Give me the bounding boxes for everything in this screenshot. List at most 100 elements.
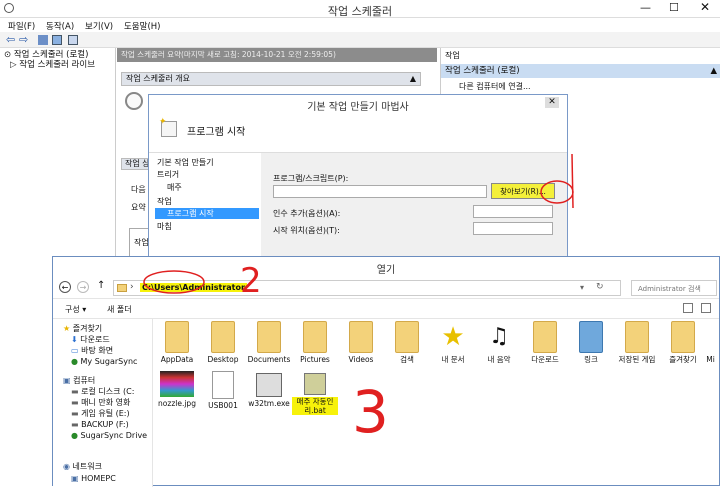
properties-icon[interactable] xyxy=(52,35,62,45)
favorites-folder-icon xyxy=(671,321,695,353)
tree-item-root[interactable]: ⊙ 작업 스케줄러 (로컬) xyxy=(4,50,88,60)
console-tree: ⊙ 작업 스케줄러 (로컬) ▷ 작업 스케줄러 라이브 xyxy=(0,48,116,258)
file-item-videos[interactable]: Videos xyxy=(338,321,384,364)
games-folder-icon xyxy=(625,321,649,353)
forward-icon[interactable]: ⇨ xyxy=(19,33,28,46)
nav-my-sugarsync[interactable]: ● My SugarSync xyxy=(71,356,137,368)
refresh-icon[interactable]: ↻ xyxy=(596,282,604,292)
window-title: 작업 스케줄러 xyxy=(327,5,393,18)
step-finish: 마침 xyxy=(157,222,172,231)
forward-button[interactable]: → xyxy=(77,281,89,293)
nav-drive-e[interactable]: ▬ 게임 유틸 (E:) xyxy=(71,408,130,420)
menu-view[interactable]: 보기(V) xyxy=(85,22,113,32)
file-item-downloads[interactable]: 다운로드 xyxy=(522,321,568,364)
folder-icon xyxy=(257,321,281,353)
back-button[interactable]: ← xyxy=(59,281,71,293)
start-in-label: 시작 위치(옵션)(T): xyxy=(273,226,340,235)
menu-action[interactable]: 동작(A) xyxy=(46,22,74,32)
navigation-pane: ★ 즐겨찾기 ⬇ 다운로드 ▭ 바탕 화면 ● My SugarSync ▣ 컴… xyxy=(53,319,153,487)
actions-header: 작업 xyxy=(445,51,460,60)
file-item-links[interactable]: 링크 xyxy=(568,321,614,364)
file-item-my-documents[interactable]: ★ 내 문서 xyxy=(430,321,476,364)
file-item-favorites[interactable]: 즐겨찾기 xyxy=(660,321,706,364)
nav-drive-c[interactable]: ▬ 로컬 디스크 (C: xyxy=(71,386,134,398)
folder-icon xyxy=(117,284,127,292)
step-create: 기본 작업 만들기 xyxy=(157,158,214,167)
menu-help[interactable]: 도움말(H) xyxy=(124,22,160,32)
annotation-mark-2: 2 xyxy=(143,262,262,301)
file-item-search[interactable]: 검색 xyxy=(384,321,430,364)
up-button[interactable]: ↑ xyxy=(97,280,105,291)
file-item-pictures[interactable]: Pictures xyxy=(292,321,338,364)
nav-downloads[interactable]: ⬇ 다운로드 xyxy=(71,334,110,346)
file-icon xyxy=(212,371,234,399)
summary-header: 작업 스케줄러 요약(마지막 새로 고침: 2014-10-21 오전 2:59… xyxy=(117,48,437,62)
nav-computer[interactable]: ▣ 컴퓨터 xyxy=(63,375,95,387)
search-box[interactable]: Administrator 검색 xyxy=(631,280,717,296)
exe-icon xyxy=(256,373,282,397)
nav-drive-d[interactable]: ▬ 매니 만화 영화 xyxy=(71,397,130,409)
nav-favorites[interactable]: ★ 즐겨찾기 xyxy=(63,323,102,335)
file-list: AppData Desktop Documents Pictures Video… xyxy=(154,319,719,487)
overview-section-header[interactable]: 작업 스케줄러 개요 ▲ xyxy=(121,72,421,86)
wizard-title: 기본 작업 만들기 마법사 xyxy=(307,102,409,113)
organize-button[interactable]: 구성 ▾ xyxy=(65,304,86,315)
nav-drive-f[interactable]: ▬ BACKUP (F:) xyxy=(71,419,129,431)
wizard-close-button[interactable]: ✕ xyxy=(545,97,559,108)
title-bar: 작업 스케줄러 — ☐ ✕ xyxy=(0,0,720,18)
file-item-documents[interactable]: Documents xyxy=(246,321,292,364)
folder-icon xyxy=(303,321,327,353)
menu-file[interactable]: 파일(F) xyxy=(8,22,35,32)
program-path-input[interactable] xyxy=(273,185,487,198)
tree-item-library[interactable]: ▷ 작업 스케줄러 라이브 xyxy=(10,60,95,70)
search-placeholder: Administrator 검색 xyxy=(638,285,701,293)
links-icon xyxy=(579,321,603,353)
download-folder-icon xyxy=(533,321,557,353)
wizard-heading: 프로그램 시작 xyxy=(187,127,246,138)
console-tree-icon[interactable] xyxy=(38,35,48,45)
folder-icon xyxy=(349,321,373,353)
nav-sugarsync-drive[interactable]: ● SugarSync Drive xyxy=(71,430,147,442)
preview-pane-icon[interactable] xyxy=(701,303,711,313)
program-label: 프로그램/스크립트(P): xyxy=(273,174,349,183)
minimize-button[interactable]: — xyxy=(640,1,651,14)
file-item-saved-games[interactable]: 저장된 게임 xyxy=(614,321,660,364)
start-in-input[interactable] xyxy=(473,222,553,235)
help-icon[interactable] xyxy=(68,35,78,45)
file-item-nozzle[interactable]: nozzle.jpg xyxy=(154,371,200,408)
connect-computer-action[interactable]: 다른 컴퓨터에 연결... xyxy=(459,81,531,92)
wizard-steps: 기본 작업 만들기 트리거 매주 작업 프로그램 시작 마침 xyxy=(149,153,261,257)
step-action: 작업 xyxy=(157,197,172,206)
nav-network[interactable]: ◉ 네트워크 xyxy=(63,461,102,473)
step-trigger: 트리거 xyxy=(157,170,180,179)
file-item-usb001[interactable]: USB001 xyxy=(200,371,246,410)
annotation-number-3: 3 xyxy=(352,378,389,446)
clock-icon xyxy=(125,92,143,110)
maximize-button[interactable]: ☐ xyxy=(669,1,679,14)
file-item-desktop[interactable]: Desktop xyxy=(200,321,246,364)
search-folder-icon xyxy=(395,321,419,353)
wizard-title-bar: 기본 작업 만들기 마법사 ✕ xyxy=(149,95,567,113)
music-icon: ♫ xyxy=(489,324,509,349)
folder-icon xyxy=(211,321,235,353)
file-item-appdata[interactable]: AppData xyxy=(154,321,200,364)
close-button[interactable]: ✕ xyxy=(700,0,710,14)
back-icon[interactable]: ⇦ xyxy=(6,33,15,46)
star-icon: ★ xyxy=(441,322,465,352)
menu-bar: 파일(F) 동작(A) 보기(V) 도움말(H) xyxy=(0,18,720,32)
wizard-header: ✦ 프로그램 시작 xyxy=(149,113,567,153)
view-options-icon[interactable] xyxy=(683,303,693,313)
label-next: 다음 xyxy=(131,185,146,194)
new-folder-button[interactable]: 새 폴더 xyxy=(107,304,132,315)
file-item-mi[interactable]: Mi xyxy=(702,321,719,364)
step-weekly: 매주 xyxy=(167,183,182,192)
toolbar: ⇦ ⇨ xyxy=(0,32,720,48)
nav-homepc[interactable]: ▣ HOMEPC xyxy=(71,473,116,485)
args-label: 인수 추가(옵션)(A): xyxy=(273,209,341,218)
annotation-mark-1 xyxy=(540,153,574,209)
address-dropdown-icon[interactable]: ▾ xyxy=(580,283,584,292)
actions-selected-node[interactable]: 작업 스케줄러 (로컬) ▲ xyxy=(441,64,720,78)
file-item-my-music[interactable]: ♫ 내 음악 xyxy=(476,321,522,364)
nav-desktop[interactable]: ▭ 바탕 화면 xyxy=(71,345,113,357)
image-thumbnail xyxy=(160,371,194,397)
